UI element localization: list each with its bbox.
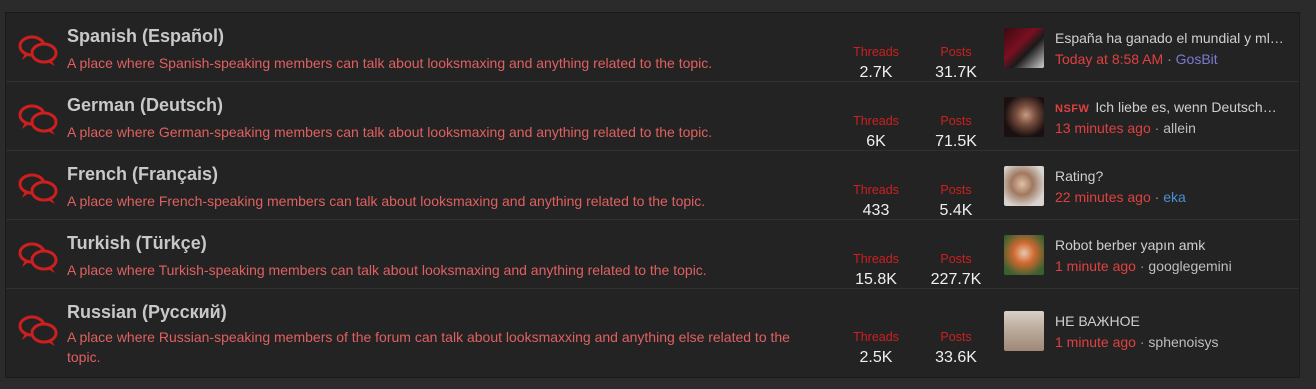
latest-username[interactable]: sphenoisys (1148, 334, 1218, 350)
latest-time[interactable]: Today at 8:58 AM (1055, 51, 1163, 67)
forum-row-german: German (Deutsch) A place where German-sp… (6, 82, 1299, 151)
posts-count: 33.6K (935, 349, 977, 366)
threads-count: 433 (862, 202, 890, 219)
posts-count: 71.5K (935, 133, 977, 150)
latest-post: Robot berber yapın amk 1 minute ago · go… (1055, 236, 1285, 276)
chat-bubbles-icon[interactable] (16, 171, 60, 205)
posts-stat: Posts 33.6K (916, 305, 996, 368)
posts-count: 31.7K (935, 64, 977, 81)
latest-thread-link[interactable]: España ha ganado el mundial y ml… (1055, 29, 1285, 48)
latest-meta: Today at 8:58 AM · GosBit (1055, 50, 1285, 69)
avatar[interactable] (1004, 97, 1044, 137)
latest-time[interactable]: 1 minute ago (1055, 334, 1136, 350)
threads-stat: Threads 2.5K (836, 305, 916, 368)
nsfw-prefix-badge: NSFW (1055, 103, 1090, 115)
latest-time[interactable]: 1 minute ago (1055, 258, 1136, 274)
posts-stat: Posts 31.7K (916, 29, 996, 83)
forum-description: A place where German-speaking members ca… (67, 124, 713, 140)
forum-row-turkish: Turkish (Türkçe) A place where Turkish-s… (6, 220, 1299, 289)
threads-stat: Threads 15.8K (836, 236, 916, 290)
latest-post: NSFW Ich liebe es, wenn Deutsch… 13 minut… (1055, 98, 1285, 138)
forum-title[interactable]: Spanish (Español) (67, 26, 224, 47)
latest-meta: 1 minute ago · sphenoisys (1055, 333, 1285, 352)
posts-label: Posts (940, 114, 972, 128)
forum-list: Spanish (Español) A place where Spanish-… (5, 12, 1300, 378)
chat-bubbles-icon[interactable] (16, 33, 60, 67)
latest-post: НЕ ВАЖНОЕ 1 minute ago · sphenoisys (1055, 312, 1285, 352)
threads-label: Threads (853, 330, 899, 344)
posts-stat: Posts 5.4K (916, 167, 996, 221)
threads-label: Threads (853, 183, 899, 197)
latest-username[interactable]: googlegemini (1148, 258, 1231, 274)
forum-description: A place where Russian-speaking members o… (67, 329, 790, 365)
latest-thread-link[interactable]: Robot berber yapın amk (1055, 236, 1285, 255)
posts-label: Posts (940, 183, 972, 197)
latest-post: Rating? 22 minutes ago · eka (1055, 167, 1285, 207)
latest-username[interactable]: eka (1163, 189, 1186, 205)
posts-stat: Posts 227.7K (916, 236, 996, 290)
forum-title[interactable]: German (Deutsch) (67, 95, 223, 116)
latest-username[interactable]: GosBit (1176, 51, 1218, 67)
latest-meta: 13 minutes ago · allein (1055, 119, 1285, 138)
forum-description: A place where Spanish-speaking members c… (67, 55, 713, 71)
threads-label: Threads (853, 45, 899, 59)
chat-bubbles-icon[interactable] (16, 102, 60, 136)
latest-username[interactable]: allein (1163, 120, 1196, 136)
threads-stat: Threads 6K (836, 98, 916, 152)
forum-title[interactable]: French (Français) (67, 164, 218, 185)
threads-count: 2.5K (859, 349, 893, 366)
separator: · (1139, 334, 1145, 350)
posts-stat: Posts 71.5K (916, 98, 996, 152)
latest-meta: 1 minute ago · googlegemini (1055, 257, 1285, 276)
latest-thread-link[interactable]: NSFW Ich liebe es, wenn Deutsch… (1055, 98, 1285, 117)
latest-thread-link[interactable]: Rating? (1055, 167, 1285, 186)
posts-count: 227.7K (930, 271, 982, 288)
separator: · (1167, 51, 1172, 67)
chat-bubbles-icon[interactable] (16, 240, 60, 274)
threads-stat: Threads 2.7K (836, 29, 916, 83)
latest-post: España ha ganado el mundial y ml… Today … (1055, 29, 1285, 69)
forum-title[interactable]: Turkish (Türkçe) (67, 233, 207, 254)
latest-time[interactable]: 22 minutes ago (1055, 189, 1151, 205)
latest-meta: 22 minutes ago · eka (1055, 188, 1285, 207)
forum-description: A place where French-speaking members ca… (67, 193, 706, 209)
avatar[interactable] (1004, 166, 1044, 206)
threads-label: Threads (853, 114, 899, 128)
avatar[interactable] (1004, 28, 1044, 68)
avatar[interactable] (1004, 235, 1044, 275)
threads-count: 6K (866, 133, 886, 150)
latest-time[interactable]: 13 minutes ago (1055, 120, 1151, 136)
latest-thread-title[interactable]: Ich liebe es, wenn Deutsch… (1095, 99, 1276, 115)
separator: · (1154, 189, 1160, 205)
chat-bubbles-icon[interactable] (16, 313, 60, 347)
forum-row-spanish: Spanish (Español) A place where Spanish-… (6, 13, 1299, 82)
forum-title[interactable]: Russian (Русский) (67, 302, 227, 323)
posts-label: Posts (940, 330, 972, 344)
threads-count: 2.7K (859, 64, 893, 81)
avatar[interactable] (1004, 311, 1044, 351)
latest-thread-link[interactable]: НЕ ВАЖНОЕ (1055, 312, 1285, 331)
threads-count: 15.8K (855, 271, 897, 288)
threads-label: Threads (853, 252, 899, 266)
posts-count: 5.4K (939, 202, 973, 219)
threads-stat: Threads 433 (836, 167, 916, 221)
forum-row-french: French (Français) A place where French-s… (6, 151, 1299, 220)
separator: · (1154, 120, 1160, 136)
posts-label: Posts (940, 252, 972, 266)
separator: · (1139, 258, 1145, 274)
forum-row-russian: Russian (Русский) A place where Russian-… (6, 289, 1299, 377)
forum-description: A place where Turkish-speaking members c… (67, 262, 707, 278)
posts-label: Posts (940, 45, 972, 59)
